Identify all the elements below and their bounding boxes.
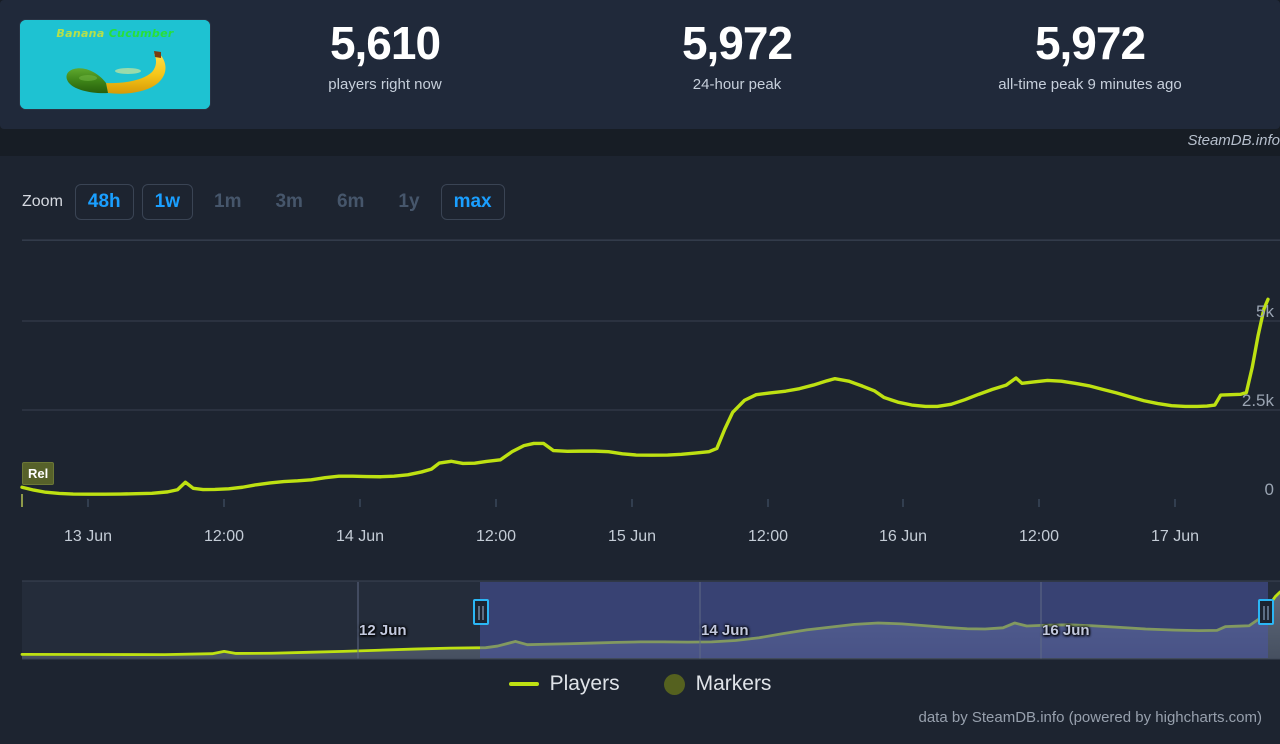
x-axis-label-0: 13 Jun: [63, 528, 113, 545]
steamdb-watermark: SteamDB.info: [1187, 132, 1280, 149]
legend-label-markers: Markers: [695, 672, 772, 695]
legend-item-players[interactable]: Players: [508, 672, 620, 696]
x-axis-label-7: 12:00: [1018, 528, 1060, 545]
navigator-handle-right[interactable]: [1258, 599, 1274, 625]
game-cover-thumbnail[interactable]: Banana Cucumber: [20, 20, 210, 109]
y-axis-label-5k: 5k: [1256, 302, 1274, 321]
x-tick-marks: [87, 499, 1176, 507]
legend-item-markers[interactable]: Markers: [663, 672, 772, 696]
stat-players-now: 5,610 players right now: [240, 14, 530, 95]
players-chart-plot[interactable]: [0, 156, 1280, 744]
x-axis-label-8: 17 Jun: [1150, 528, 1200, 545]
legend-label-players: Players: [549, 672, 620, 695]
chart-panel: Zoom 48h 1w 1m 3m 6m 1y max 5k 2.5k 0 13…: [0, 156, 1280, 744]
navigator-date-label-0: 12 Jun: [359, 622, 407, 639]
steamdb-chart-page: Banana Cucumber 5,610 players right now …: [0, 0, 1280, 744]
navigator-selected-range[interactable]: [480, 582, 1268, 658]
stat-label: all-time peak 9 minutes ago: [998, 76, 1182, 93]
stats-panel: Banana Cucumber 5,610 players right now …: [0, 0, 1280, 129]
x-axis-label-4: 15 Jun: [607, 528, 657, 545]
players-line-series: [20, 297, 1270, 496]
release-marker-flag[interactable]: Rel: [22, 462, 55, 485]
stat-label: 24-hour peak: [692, 76, 782, 93]
navigator-date-label-1: 14 Jun: [701, 622, 749, 639]
cover-title-word-2: Cucumber: [108, 27, 174, 40]
x-axis-label-2: 14 Jun: [335, 528, 385, 545]
stat-value: 5,610: [329, 17, 441, 69]
navigator-handle-left[interactable]: [473, 599, 489, 625]
x-axis-label-6: 16 Jun: [878, 528, 928, 545]
stat-value: 5,972: [681, 17, 793, 69]
x-axis-label-3: 12:00: [475, 528, 517, 545]
watermark-strip: SteamDB.info: [0, 129, 1280, 156]
y-axis-label-0: 0: [1264, 480, 1274, 499]
x-axis-label-1: 12:00: [203, 528, 245, 545]
chart-legend: Players Markers: [0, 672, 1280, 696]
stat-value: 5,972: [1034, 17, 1146, 69]
stat-24h-peak: 5,972 24-hour peak: [572, 14, 902, 95]
navigator-date-label-2: 16 Jun: [1042, 622, 1090, 639]
banana-cucumber-icon: [66, 51, 166, 94]
y-gridlines: [22, 239, 1280, 411]
players-line-swatch-icon: [508, 682, 539, 686]
stat-all-time-peak: 5,972 all-time peak 9 minutes ago: [910, 14, 1270, 95]
cover-title-word-1: Banana: [56, 27, 105, 40]
chart-credit: data by SteamDB.info (powered by highcha…: [918, 709, 1263, 726]
stat-label: players right now: [328, 76, 442, 93]
y-axis-label-2-5k: 2.5k: [1241, 391, 1274, 410]
x-axis-label-5: 12:00: [747, 528, 789, 545]
cover-title: Banana Cucumber: [20, 27, 210, 40]
markers-dot-swatch-icon: [663, 673, 685, 695]
